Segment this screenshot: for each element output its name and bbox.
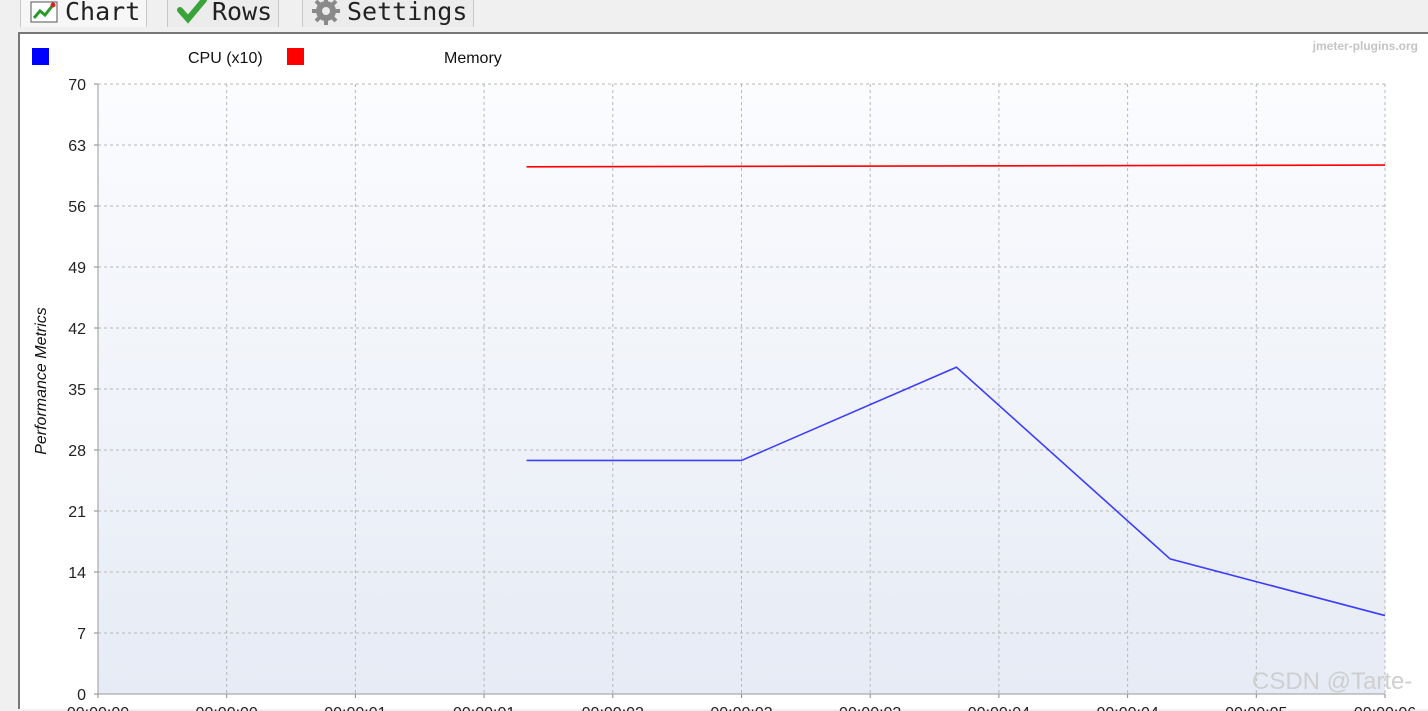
x-tick-label: 00:00:02 [582,705,644,711]
corner-watermark: CSDN @Tarte- [1252,668,1413,695]
x-tick-label: 00:00:03 [710,705,772,711]
y-tick-label: 56 [68,199,86,216]
legend-label: Memory [444,50,502,67]
legend-label: CPU (x10) [188,50,263,67]
tab-settings[interactable]: Settings [302,0,475,27]
y-tick-label: 63 [68,138,86,155]
checkmark-icon [177,0,207,24]
watermark: jmeter-plugins.org [1312,39,1418,53]
y-axis-label: Performance Metrics [33,307,50,455]
x-tick-label: 00:00:06 [1354,705,1416,711]
x-tick-label: 00:00:00 [67,705,129,711]
x-tick-label: 00:00:03 [839,705,901,711]
line-chart: 0 7 14 21 28 35 42 49 56 63 70 00:00:00 00:00:00 00:0… [32,39,1418,711]
legend-swatch [32,48,49,65]
x-tick-label: 00:00:04 [1096,705,1158,711]
y-tick-label: 21 [68,504,86,521]
tab-bar: Chart Rows Settings [0,0,1428,28]
tab-rows[interactable]: Rows [167,0,280,27]
y-tick-label: 49 [68,260,86,277]
x-tick-label: 00:00:01 [324,705,386,711]
y-tick-label: 28 [68,443,86,460]
y-tick-label: 42 [68,321,86,338]
y-tick-label: 0 [77,687,86,704]
x-tick-label: 00:00:01 [453,705,515,711]
legend-swatch [287,48,304,65]
x-tick-label: 00:00:04 [968,705,1030,711]
y-tick-label: 7 [77,626,86,643]
x-tick-label: 00:00:00 [196,705,258,711]
tab-settings-label: Settings [347,0,468,26]
y-tick-label: 70 [68,77,86,94]
tab-chart-label: Chart [65,0,141,26]
tab-chart[interactable]: Chart [20,0,148,27]
chart-icon [30,1,58,23]
gear-icon [312,0,340,25]
x-tick-label: 00:00:05 [1225,705,1287,711]
y-tick-label: 35 [68,382,86,399]
tab-rows-label: Rows [212,0,273,26]
chart-panel: 0 7 14 21 28 35 42 49 56 63 70 00:00:00 00:00:00 00:0… [18,32,1428,711]
y-tick-label: 14 [68,565,86,582]
